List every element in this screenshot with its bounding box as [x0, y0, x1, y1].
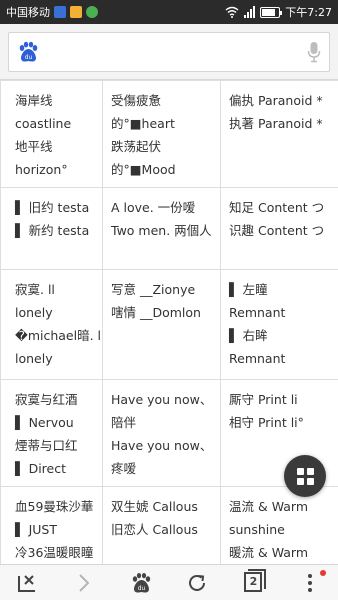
table-cell[interactable]: ▌ 左瞳 Remnant ▌ 右眸 Remnant [220, 269, 338, 380]
signal-icon [244, 6, 256, 18]
status-bar: 中国移动 下午7:27 [0, 0, 338, 24]
table-cell[interactable]: 海岸线 coastline 地平线 horizon° [0, 80, 103, 188]
cell-line: 煙蒂与口红 [15, 438, 78, 453]
notification-dot [319, 569, 326, 576]
search-box[interactable]: du [8, 31, 330, 72]
cell-line: ▌ Nervou [15, 415, 74, 430]
cell-line: sunshine [229, 522, 285, 537]
table-cell[interactable]: 血59曼珠沙華▌ JUST冷36温暖眼瞳▌ MOST [0, 486, 103, 564]
cell-line: ▌ 旧约 testa [15, 200, 90, 215]
svg-text:du: du [138, 585, 146, 592]
cell-line: 嗐情 __Domlon [111, 305, 201, 320]
status-time: 下午7:27 [285, 6, 332, 19]
cell-line: ▌ Direct [15, 461, 67, 476]
nickname-table: 海岸线 coastline 地平线 horizon° 受傷疲惫的°■heart 跌荡起伏的… [0, 80, 338, 564]
close-page-icon [18, 574, 36, 592]
cell-line: ▌ JUST [15, 522, 57, 537]
cell-line: 暖流 & Warm [229, 545, 309, 560]
baidu-home-icon: du [132, 572, 151, 593]
menu-icon [307, 573, 312, 592]
cell-line: 受傷疲惫 [111, 93, 162, 108]
cell-line: 厮守 Print li [229, 392, 298, 407]
cell-line: 温流 & Warm [229, 499, 309, 514]
cell-line: 旧恋人 Callous [111, 522, 198, 537]
close-page-button[interactable] [8, 567, 48, 599]
table-cell[interactable]: 知足 Content つ识趣 Content つ [220, 187, 338, 270]
table-cell[interactable]: 写意 __Zionye 嗐情 __Domlon [102, 269, 221, 380]
cell-line: lonely [15, 351, 53, 366]
cell-line: 陪伴 [111, 415, 137, 430]
menu-button[interactable] [290, 567, 330, 599]
baidu-paw-icon[interactable]: du [17, 41, 39, 63]
tabs-button[interactable]: 2 [233, 567, 273, 599]
search-input[interactable] [39, 43, 307, 60]
table-row: ▌ 旧约 testa ▌ 新约 testa A love. 一份嗳 Two men. … [0, 187, 338, 270]
refresh-button[interactable] [177, 567, 217, 599]
cell-line: �michael暗. ll [15, 328, 103, 343]
app-notification-icon [54, 6, 66, 18]
cell-line: ▌ 新约 testa [15, 223, 90, 238]
cell-line: coastline [15, 116, 72, 131]
cell-line: 知足 Content つ [229, 200, 325, 215]
app-notification-icon [86, 6, 98, 18]
cell-line: 寂寞与红酒 [15, 392, 78, 407]
table-cell[interactable]: 寂寞与红酒 ▌ Nervou 煙蒂与口红 ▌ Direct [0, 379, 103, 487]
cell-line: A love. 一份嗳 [111, 200, 196, 215]
table-row: 海岸线 coastline 地平线 horizon° 受傷疲惫的°■heart 跌荡起伏的… [0, 80, 338, 188]
table-cell[interactable]: 温流 & Warmsunshine暖流 & Warmsunshine [220, 486, 338, 564]
cell-line: 双生婋 Callous [111, 499, 198, 514]
cell-line: Remnant [229, 305, 286, 320]
table-row: 寂寞. ll lonely �michael暗. ll lonely 写意 __Zion… [0, 269, 338, 380]
svg-text:du: du [25, 54, 33, 61]
wifi-icon [225, 6, 239, 18]
microphone-icon[interactable] [307, 41, 321, 63]
cell-line: 识趣 Content つ [229, 223, 325, 238]
cell-line: 冷36温暖眼瞳 [15, 545, 94, 560]
bottom-toolbar: du 2 [0, 564, 338, 600]
cell-line: 写意 __Zionye [111, 282, 196, 297]
cell-line: 偏执 Paranoid * [229, 93, 323, 108]
cell-line: 地平线 [15, 139, 53, 154]
table-cell[interactable]: Have you now、 陪伴 Have you now、 疼嗳 [102, 379, 221, 487]
tab-count: 2 [244, 571, 263, 592]
content-area[interactable]: 海岸线 coastline 地平线 horizon° 受傷疲惫的°■heart 跌荡起伏的… [0, 80, 338, 564]
battery-icon [260, 6, 283, 18]
table-cell[interactable]: 偏执 Paranoid * 执著 Paranoid * [220, 80, 338, 188]
cell-line: Two men. 两個人 [111, 223, 212, 238]
table-row: 血59曼珠沙華▌ JUST冷36温暖眼瞳▌ MOST双生婋 Callous旧恋人… [0, 486, 338, 564]
table-cell[interactable]: ▌ 旧约 testa ▌ 新约 testa [0, 187, 103, 270]
cell-line: 血59曼珠沙華 [15, 499, 94, 514]
app-notification-icon [70, 6, 82, 18]
cell-line: 执著 Paranoid * [229, 116, 323, 131]
cell-line: lonely [15, 305, 53, 320]
table-cell[interactable]: A love. 一份嗳 Two men. 两個人 [102, 187, 221, 270]
cell-line: 疼嗳 [111, 461, 137, 476]
search-header: du [0, 24, 338, 80]
floating-multiwindow-button[interactable] [284, 455, 326, 497]
cell-line: 海岸线 [15, 93, 53, 108]
cell-line: 的°■heart [111, 116, 175, 131]
table-cell[interactable]: 双生婋 Callous 旧恋人 Callous [102, 486, 221, 564]
cell-line: 相守 Print li° [229, 415, 304, 430]
grid-icon [296, 467, 314, 485]
carrier-label: 中国移动 [6, 6, 50, 19]
forward-icon [79, 573, 90, 592]
cell-line: 的°■Mood [111, 162, 176, 177]
cell-line: ▌ 右眸 [229, 328, 268, 343]
cell-line: horizon° [15, 162, 68, 177]
cell-line: 寂寞. ll [15, 282, 55, 297]
forward-button[interactable] [64, 567, 104, 599]
cell-line: Have you now、 [111, 392, 213, 407]
cell-line: Remnant [229, 351, 286, 366]
table-cell[interactable]: 受傷疲惫的°■heart 跌荡起伏的°■Mood [102, 80, 221, 188]
cell-line: 跌荡起伏 [111, 139, 162, 154]
table-cell[interactable]: 寂寞. ll lonely �michael暗. ll lonely [0, 269, 103, 380]
refresh-icon [189, 574, 206, 591]
cell-line: Have you now、 [111, 438, 213, 453]
home-button[interactable]: du [121, 567, 161, 599]
cell-line: ▌ 左瞳 [229, 282, 268, 297]
